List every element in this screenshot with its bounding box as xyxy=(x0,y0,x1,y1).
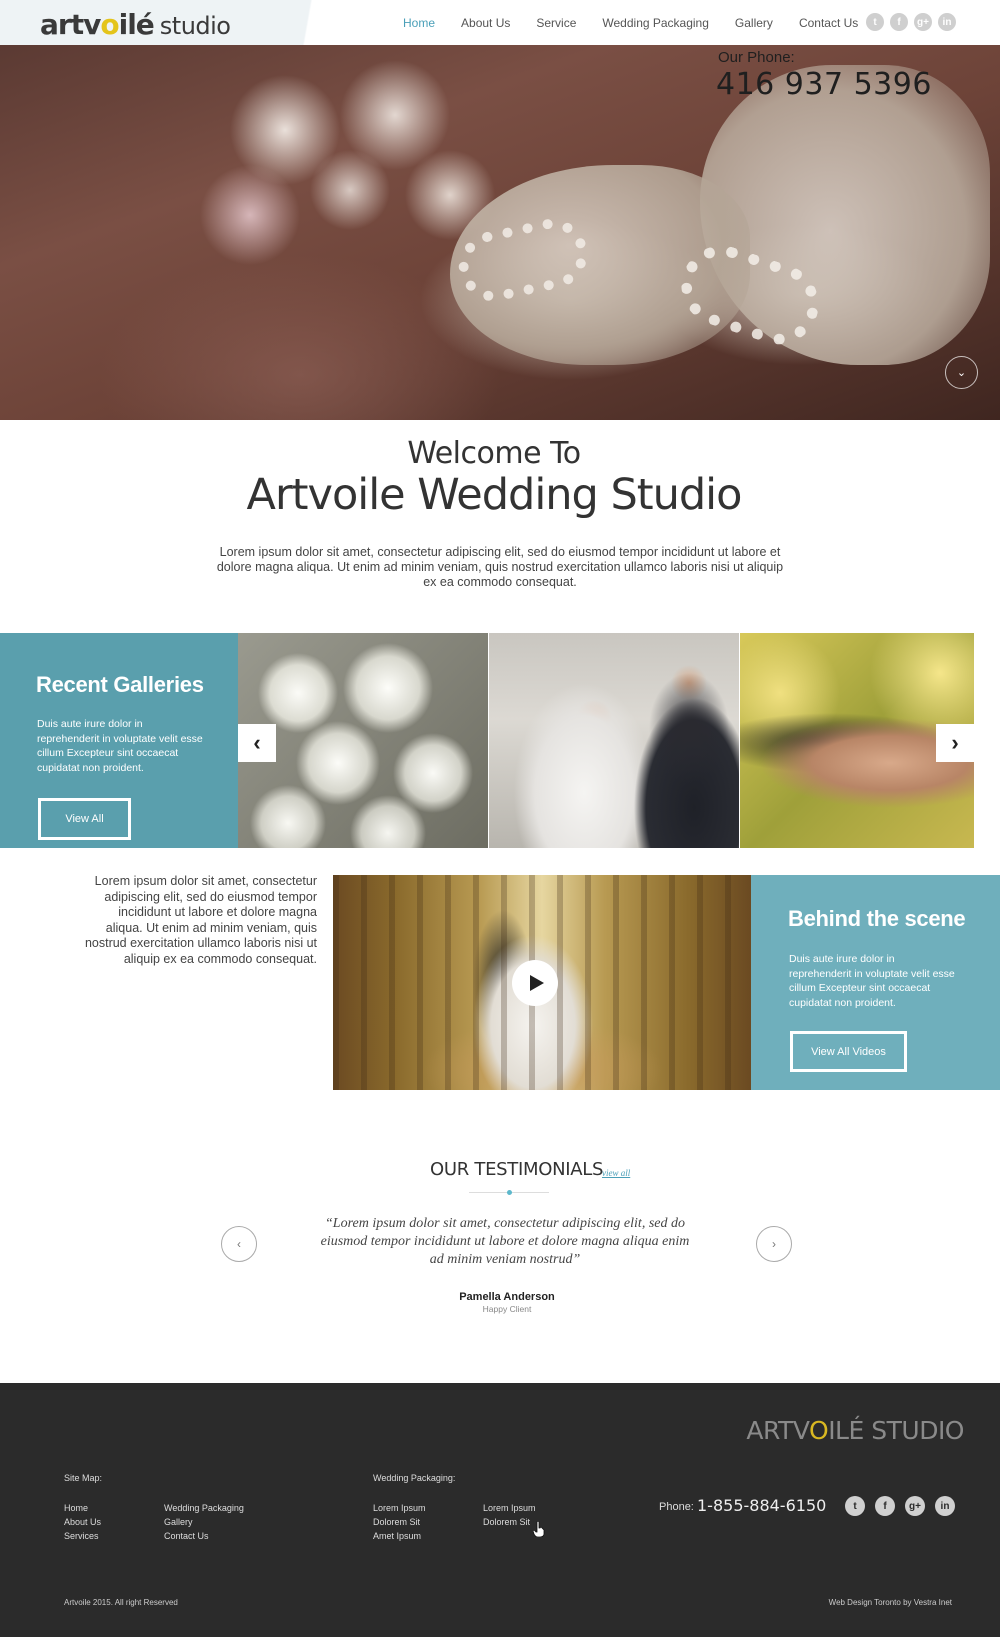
footer-link-gallery[interactable]: Gallery xyxy=(164,1515,193,1529)
testimonials-view-all-link[interactable]: view all xyxy=(602,1168,630,1178)
welcome-heading: Welcome To xyxy=(407,436,581,471)
linkedin-icon[interactable]: in xyxy=(938,13,956,31)
facebook-icon[interactable]: f xyxy=(875,1496,895,1516)
recent-galleries-text: Duis aute irure dolor in reprehenderit i… xyxy=(37,718,203,774)
welcome-text: Lorem ipsum dolor sit amet, consectetur … xyxy=(216,545,784,589)
google-plus-icon[interactable]: g+ xyxy=(914,13,932,31)
twitter-icon[interactable]: t xyxy=(845,1496,865,1516)
chevron-down-icon[interactable]: ⌄ xyxy=(945,356,978,389)
behind-scene-side-text: Lorem ipsum dolor sit amet, consectetur … xyxy=(84,874,317,966)
nav-contact-us[interactable]: Contact Us xyxy=(799,16,858,30)
footer-phone-number: 1-855-884-6150 xyxy=(697,1496,827,1515)
behind-scene-panel: Behind the scene Duis aute irure dolor i… xyxy=(751,875,1000,1090)
footer-credit-link[interactable]: Web Design Toronto by Vestra Inet xyxy=(829,1598,952,1607)
recent-galleries-title: Recent Galleries xyxy=(36,672,204,697)
footer-link-services[interactable]: Services xyxy=(64,1529,99,1543)
footer-link-home[interactable]: Home xyxy=(64,1501,88,1515)
play-icon[interactable] xyxy=(512,960,558,1006)
testimonials-dot xyxy=(507,1190,512,1195)
linkedin-icon[interactable]: in xyxy=(935,1496,955,1516)
testimonials-title: OUR TESTIMONIALS xyxy=(430,1159,604,1180)
recent-galleries-panel: Recent Galleries Duis aute irure dolor i… xyxy=(0,633,238,848)
footer-packaging-title: Wedding Packaging: xyxy=(373,1473,456,1483)
footer-link-contact-us[interactable]: Contact Us xyxy=(164,1529,209,1543)
chevron-left-icon[interactable]: ‹ xyxy=(238,724,276,762)
nav-gallery[interactable]: Gallery xyxy=(735,16,773,30)
footer-sitemap-title: Site Map: xyxy=(64,1473,103,1483)
site-footer: ARTVOILÉ STUDIO Site Map: Home About Us … xyxy=(0,1383,1000,1637)
chevron-right-icon[interactable]: › xyxy=(936,724,974,762)
behind-scene-title: Behind the scene xyxy=(788,906,966,931)
twitter-icon[interactable]: t xyxy=(866,13,884,31)
behind-scene-text: Duis aute irure dolor in reprehenderit i… xyxy=(789,953,955,1009)
site-logo[interactable]: artvoilé studio xyxy=(40,8,231,41)
nav-about-us[interactable]: About Us xyxy=(461,16,510,30)
nav-service[interactable]: Service xyxy=(536,16,576,30)
testimonial-role: Happy Client xyxy=(482,1304,532,1314)
nav-wedding-packaging[interactable]: Wedding Packaging xyxy=(602,16,709,30)
testimonial-quote: “Lorem ipsum dolor sit amet, consectetur… xyxy=(320,1216,690,1267)
hero-banner-image: Our Phone: 416 937 5396 ⌄ xyxy=(0,45,1000,420)
footer-link-wedding-packaging[interactable]: Wedding Packaging xyxy=(164,1501,244,1515)
footer-social-links: t f g+ in xyxy=(845,1496,955,1516)
header-social-links: t f g+ in xyxy=(866,13,956,31)
footer-link-package[interactable]: Dolorem Sit xyxy=(483,1515,530,1529)
footer-phone-label: Phone: xyxy=(659,1501,694,1513)
gallery-image-couple[interactable] xyxy=(489,633,739,848)
footer-link-package[interactable]: Amet Ipsum xyxy=(373,1529,421,1543)
welcome-title: Artvoile Wedding Studio xyxy=(246,470,743,520)
view-all-galleries-button[interactable]: View All xyxy=(38,798,131,840)
footer-link-package[interactable]: Lorem Ipsum xyxy=(483,1501,536,1515)
view-all-videos-button[interactable]: View All Videos xyxy=(790,1031,907,1072)
footer-link-package[interactable]: Dolorem Sit xyxy=(373,1515,420,1529)
hero-phone-number: 416 937 5396 xyxy=(716,67,932,102)
main-nav: Home About Us Service Wedding Packaging … xyxy=(403,0,884,45)
google-plus-icon[interactable]: g+ xyxy=(905,1496,925,1516)
hand-cursor-icon xyxy=(533,1521,545,1537)
logo-wordmark: artvoilé xyxy=(40,8,155,41)
chevron-right-icon[interactable]: › xyxy=(756,1226,792,1262)
logo-subtitle: studio xyxy=(159,12,231,40)
facebook-icon[interactable]: f xyxy=(890,13,908,31)
hero-phone-label: Our Phone: xyxy=(718,49,795,66)
footer-logo[interactable]: ARTVOILÉ STUDIO xyxy=(746,1416,964,1445)
testimonial-author: Pamella Anderson xyxy=(459,1291,555,1303)
site-header: artvoilé studio Home About Us Service We… xyxy=(0,0,1000,45)
footer-link-about-us[interactable]: About Us xyxy=(64,1515,101,1529)
chevron-left-icon[interactable]: ‹ xyxy=(221,1226,257,1262)
footer-link-package[interactable]: Lorem Ipsum xyxy=(373,1501,426,1515)
nav-home[interactable]: Home xyxy=(403,16,435,30)
footer-copyright: Artvoile 2015. All right Reserved xyxy=(64,1598,178,1607)
